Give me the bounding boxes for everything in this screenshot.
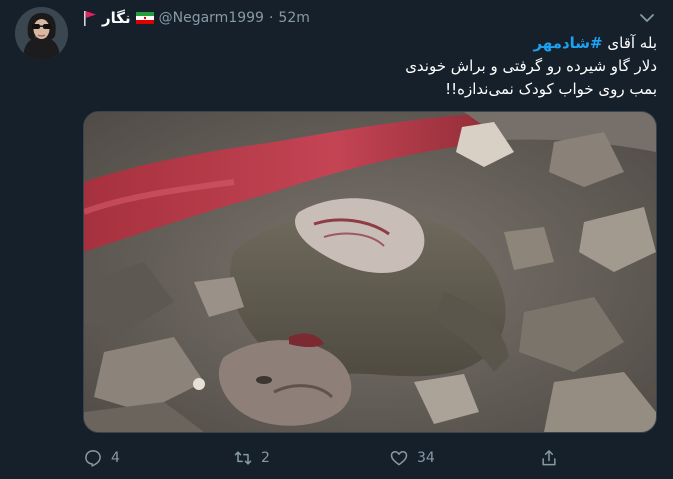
user-handle[interactable]: @Negarm1999 [159, 10, 264, 26]
like-button[interactable]: 34 [389, 448, 435, 468]
retweet-button[interactable]: 2 [233, 448, 270, 468]
avatar[interactable] [15, 7, 68, 60]
iran-flag-icon [135, 12, 154, 24]
tweet-header: نگار @Negarm1999 · 52m [83, 7, 310, 29]
retweet-count: 2 [261, 450, 270, 466]
tweet-text-line-1: بله آقای #شادمهر [83, 32, 657, 55]
red-flag-icon [84, 11, 96, 26]
like-count: 34 [417, 450, 435, 466]
tweet-photo[interactable] [83, 111, 657, 433]
share-button[interactable] [539, 448, 559, 468]
chevron-down-icon[interactable] [637, 10, 657, 24]
share-icon [542, 450, 556, 466]
tweet-text: بله آقای #شادمهر دلار گاو شیرده رو گرفتی… [83, 32, 657, 101]
separator-dot: · [268, 10, 274, 26]
tweet-text-line-2: دلار گاو شیرده رو گرفتی و براش خوندی [405, 57, 657, 75]
reply-count: 4 [111, 450, 120, 466]
timestamp[interactable]: 52m [278, 10, 309, 26]
tweet-card[interactable]: نگار @Negarm1999 · 52m بله آقای #شادمهر … [0, 0, 673, 479]
text-prefix: بله آقای [602, 34, 657, 52]
hashtag-link[interactable]: #شادمهر [533, 34, 602, 52]
reply-icon [85, 450, 101, 467]
tweet-text-line-3: بمب روی خواب کودک نمی‌ندازه!! [445, 80, 657, 98]
reply-button[interactable]: 4 [83, 448, 120, 468]
heart-icon [390, 451, 408, 466]
tweet-actions: 4 2 34 [83, 444, 657, 472]
display-name[interactable]: نگار [102, 9, 131, 27]
retweet-icon [234, 451, 252, 465]
